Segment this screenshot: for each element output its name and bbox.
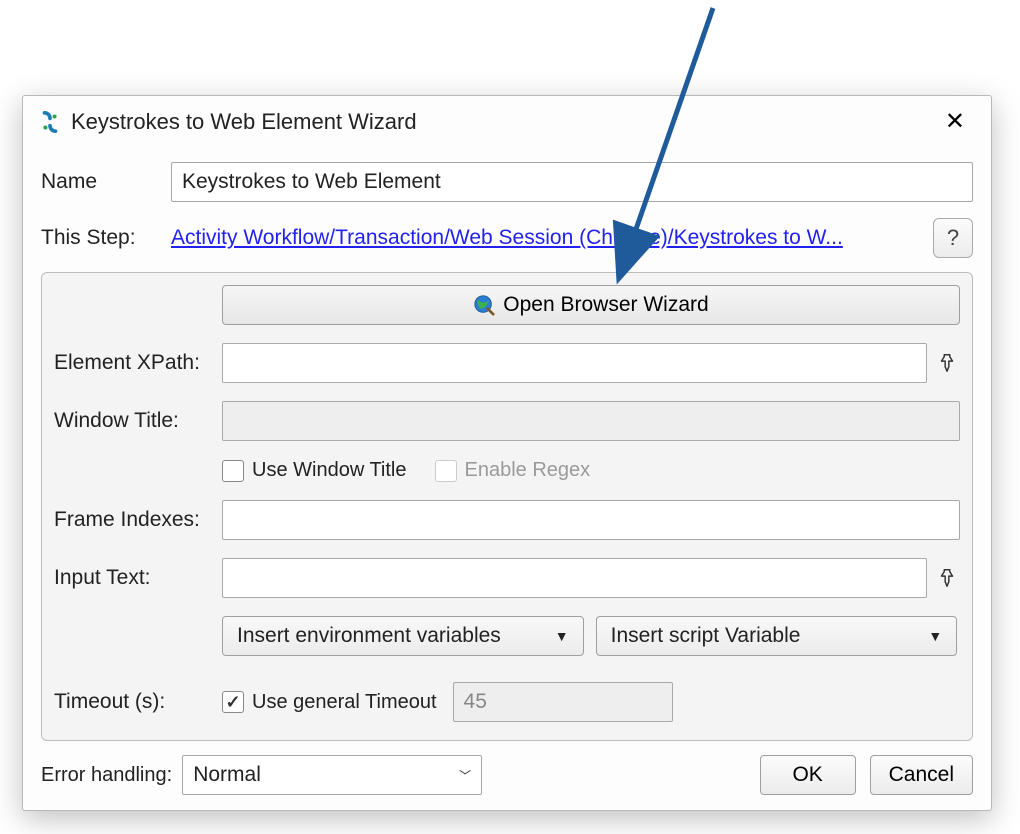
insert-script-var-label: Insert script Variable — [611, 624, 801, 648]
caret-icon: ▼ — [555, 628, 569, 644]
error-handling-value: Normal — [193, 763, 261, 787]
wizard-dialog: Keystrokes to Web Element Wizard ✕ Name … — [22, 95, 992, 811]
timeout-label: Timeout (s): — [54, 690, 222, 714]
xpath-input[interactable] — [222, 343, 927, 383]
settings-group: Open Browser Wizard Element XPath: Windo… — [41, 272, 973, 741]
xpath-label: Element XPath: — [54, 351, 222, 375]
enable-regex-label: Enable Regex — [465, 459, 591, 482]
help-symbol: ? — [947, 225, 959, 251]
use-window-title-label: Use Window Title — [252, 459, 407, 482]
step-path-link[interactable]: Activity Workflow/Transaction/Web Sessio… — [171, 226, 923, 250]
insert-env-vars-label: Insert environment variables — [237, 624, 501, 648]
input-text-label: Input Text: — [54, 566, 222, 590]
name-input[interactable] — [171, 162, 973, 202]
open-browser-wizard-label: Open Browser Wizard — [503, 293, 708, 317]
help-button[interactable]: ? — [933, 218, 973, 258]
cancel-button[interactable]: Cancel — [870, 755, 973, 795]
caret-icon: ▼ — [928, 628, 942, 644]
this-step-label: This Step: — [41, 226, 171, 250]
timeout-value-input — [453, 682, 673, 722]
app-icon — [39, 111, 61, 133]
dialog-title: Keystrokes to Web Element Wizard — [71, 109, 417, 135]
insert-script-var-dropdown[interactable]: Insert script Variable ▼ — [596, 616, 958, 656]
caret-icon: ﹀ — [459, 767, 471, 784]
error-handling-dropdown[interactable]: Normal ﹀ — [182, 755, 482, 795]
cancel-label: Cancel — [889, 763, 954, 786]
frame-indexes-label: Frame Indexes: — [54, 508, 222, 532]
open-browser-wizard-button[interactable]: Open Browser Wizard — [222, 285, 960, 325]
ok-button[interactable]: OK — [760, 755, 856, 795]
error-handling-label: Error handling: — [41, 764, 172, 787]
name-label: Name — [41, 170, 171, 194]
enable-regex-checkbox: Enable Regex — [435, 459, 591, 482]
globe-icon — [473, 294, 495, 316]
title-bar: Keystrokes to Web Element Wizard ✕ — [23, 96, 991, 142]
pin-icon[interactable] — [933, 564, 960, 592]
use-general-timeout-label: Use general Timeout — [252, 691, 437, 714]
use-general-timeout-checkbox[interactable]: ✓ Use general Timeout — [222, 691, 437, 714]
ok-label: OK — [792, 763, 822, 786]
frame-indexes-input[interactable] — [222, 500, 960, 540]
input-text-input[interactable] — [222, 558, 927, 598]
window-title-label: Window Title: — [54, 409, 222, 433]
close-button[interactable]: ✕ — [935, 104, 975, 140]
insert-env-vars-dropdown[interactable]: Insert environment variables ▼ — [222, 616, 584, 656]
use-window-title-checkbox[interactable]: Use Window Title — [222, 459, 407, 482]
window-title-input — [222, 401, 960, 441]
pin-icon[interactable] — [933, 349, 960, 377]
